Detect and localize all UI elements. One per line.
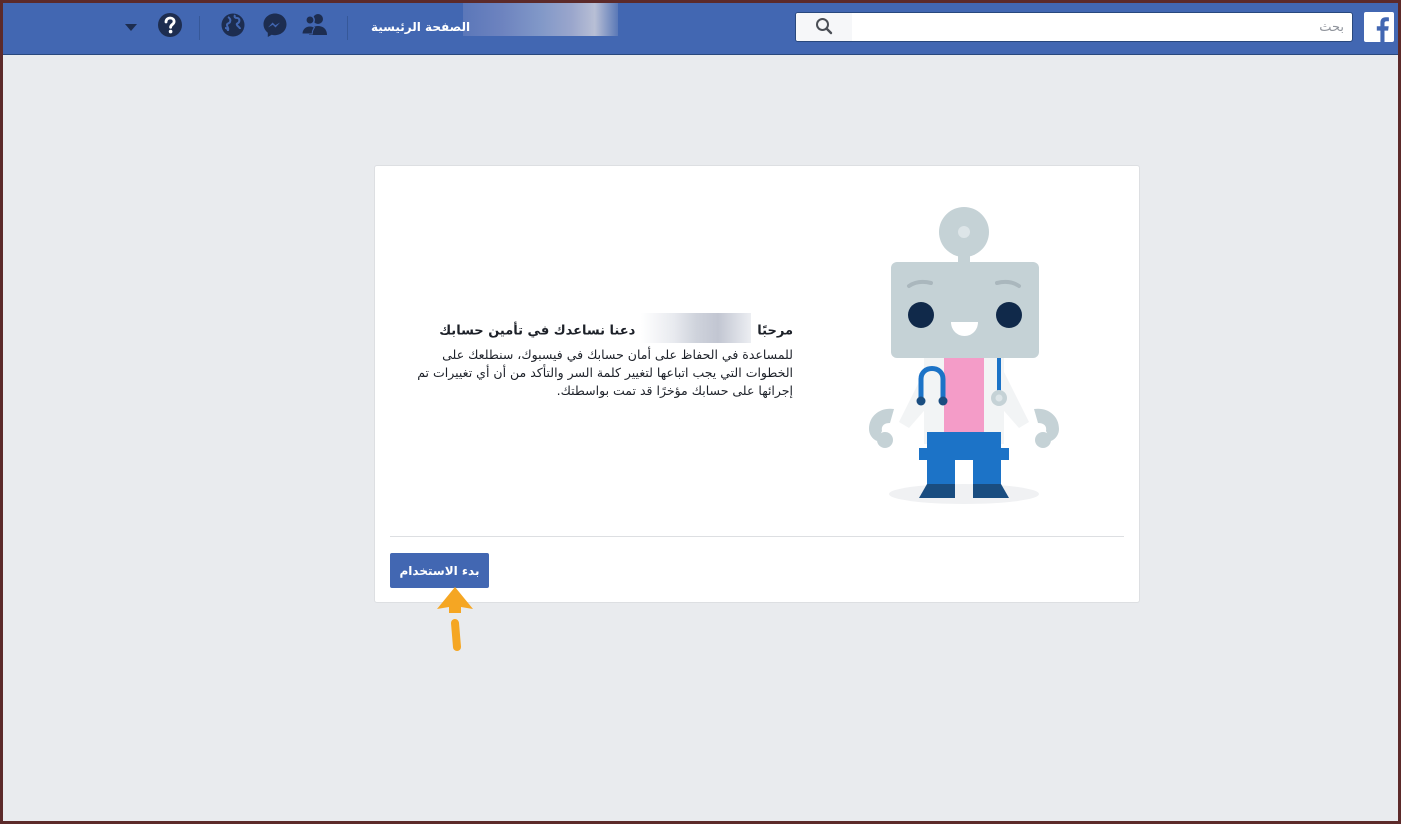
home-link[interactable]: الصفحة الرئيسية	[371, 20, 470, 34]
account-menu-button[interactable]	[117, 13, 145, 41]
nav-divider	[347, 16, 348, 40]
friends-icon	[301, 13, 329, 41]
profile-name-redacted[interactable]	[463, 3, 618, 36]
messenger-icon	[262, 12, 288, 42]
help-button[interactable]	[156, 13, 184, 41]
search-box	[795, 12, 1353, 42]
welcome-prefix: مرحبًا	[757, 323, 793, 339]
globe-icon	[220, 12, 246, 42]
welcome-text-block: مرحبًا دعنا نساعدك في تأمين حسابك للمساعد…	[405, 313, 793, 400]
card-divider	[390, 536, 1124, 537]
security-checkup-card: مرحبًا دعنا نساعدك في تأمين حسابك للمساعد…	[374, 165, 1140, 603]
user-name-redacted	[641, 313, 752, 343]
caret-down-icon	[124, 18, 138, 37]
facebook-logo[interactable]	[1364, 12, 1394, 42]
help-icon	[157, 12, 183, 42]
doctor-robot-illustration	[869, 207, 1059, 504]
page-frame: الصفحة الرئيسية	[3, 3, 1398, 821]
nav-divider	[199, 16, 200, 40]
welcome-heading: مرحبًا دعنا نساعدك في تأمين حسابك	[405, 313, 793, 343]
search-input[interactable]	[852, 13, 1352, 41]
search-button[interactable]	[796, 13, 852, 41]
intro-description: للمساعدة في الحفاظ على أمان حسابك في فيس…	[417, 347, 793, 398]
welcome-suffix: دعنا نساعدك في تأمين حسابك	[439, 323, 636, 339]
notifications-button[interactable]	[219, 13, 247, 41]
friend-requests-button[interactable]	[301, 13, 329, 41]
annotation-arrow-icon	[437, 587, 473, 651]
top-navigation-bar: الصفحة الرئيسية	[3, 3, 1398, 55]
messenger-button[interactable]	[261, 13, 289, 41]
search-icon	[815, 17, 833, 38]
